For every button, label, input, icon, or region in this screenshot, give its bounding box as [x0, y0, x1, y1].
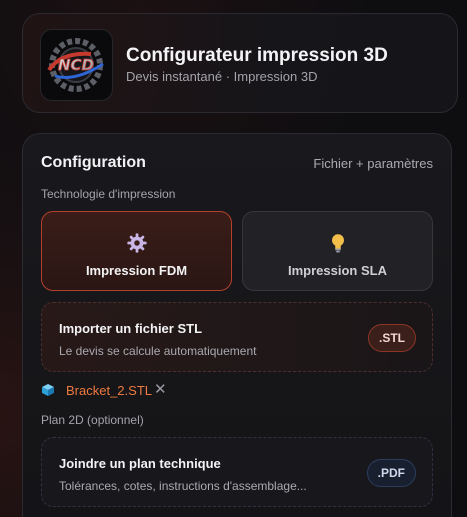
cube-icon: [42, 384, 54, 396]
logo-graphic: NCD: [47, 38, 104, 92]
sla-option-button[interactable]: Impression SLA: [242, 211, 433, 291]
pdf-upload-dropzone[interactable]: Joindre un plan technique Tolérances, co…: [41, 437, 433, 507]
app-header: NCD Configurateur impression 3D Devis in…: [22, 13, 458, 113]
stl-upload-dropzone[interactable]: Importer un fichier STL Le devis se calc…: [41, 302, 433, 372]
stl-upload-description: Le devis se calcule automatiquement: [59, 344, 257, 358]
plan-2d-label: Plan 2D (optionnel): [41, 413, 144, 427]
pdf-format-badge: .PDF: [366, 459, 416, 487]
fdm-option-button[interactable]: Impression FDM: [41, 211, 232, 291]
remove-file-icon[interactable]: ✕: [154, 382, 167, 398]
pdf-upload-title: Joindre un plan technique: [59, 456, 221, 471]
stl-format-badge: .STL: [368, 324, 416, 352]
page-title: Configurateur impression 3D: [126, 45, 388, 66]
section-hint: Fichier + paramètres: [313, 156, 433, 171]
technology-label: Technologie d'impression: [41, 187, 176, 201]
logo-text: NCD: [58, 56, 94, 74]
fdm-option-label: Impression FDM: [85, 263, 188, 278]
sla-option-label: Impression SLA: [288, 263, 387, 278]
attached-file-name[interactable]: Bracket_2.STL: [66, 383, 152, 398]
gear-icon: [126, 233, 147, 253]
stl-upload-title: Importer un fichier STL: [59, 321, 203, 336]
page-subtitle: Devis instantané · Impression 3D: [126, 69, 318, 84]
pdf-upload-description: Tolérances, cotes, instructions d'assemb…: [59, 479, 307, 493]
lightbulb-icon: [331, 234, 344, 253]
configuration-panel: Configuration Fichier + paramètres Techn…: [22, 133, 452, 517]
ncd-logo: NCD: [40, 29, 113, 101]
section-title: Configuration: [41, 154, 146, 171]
